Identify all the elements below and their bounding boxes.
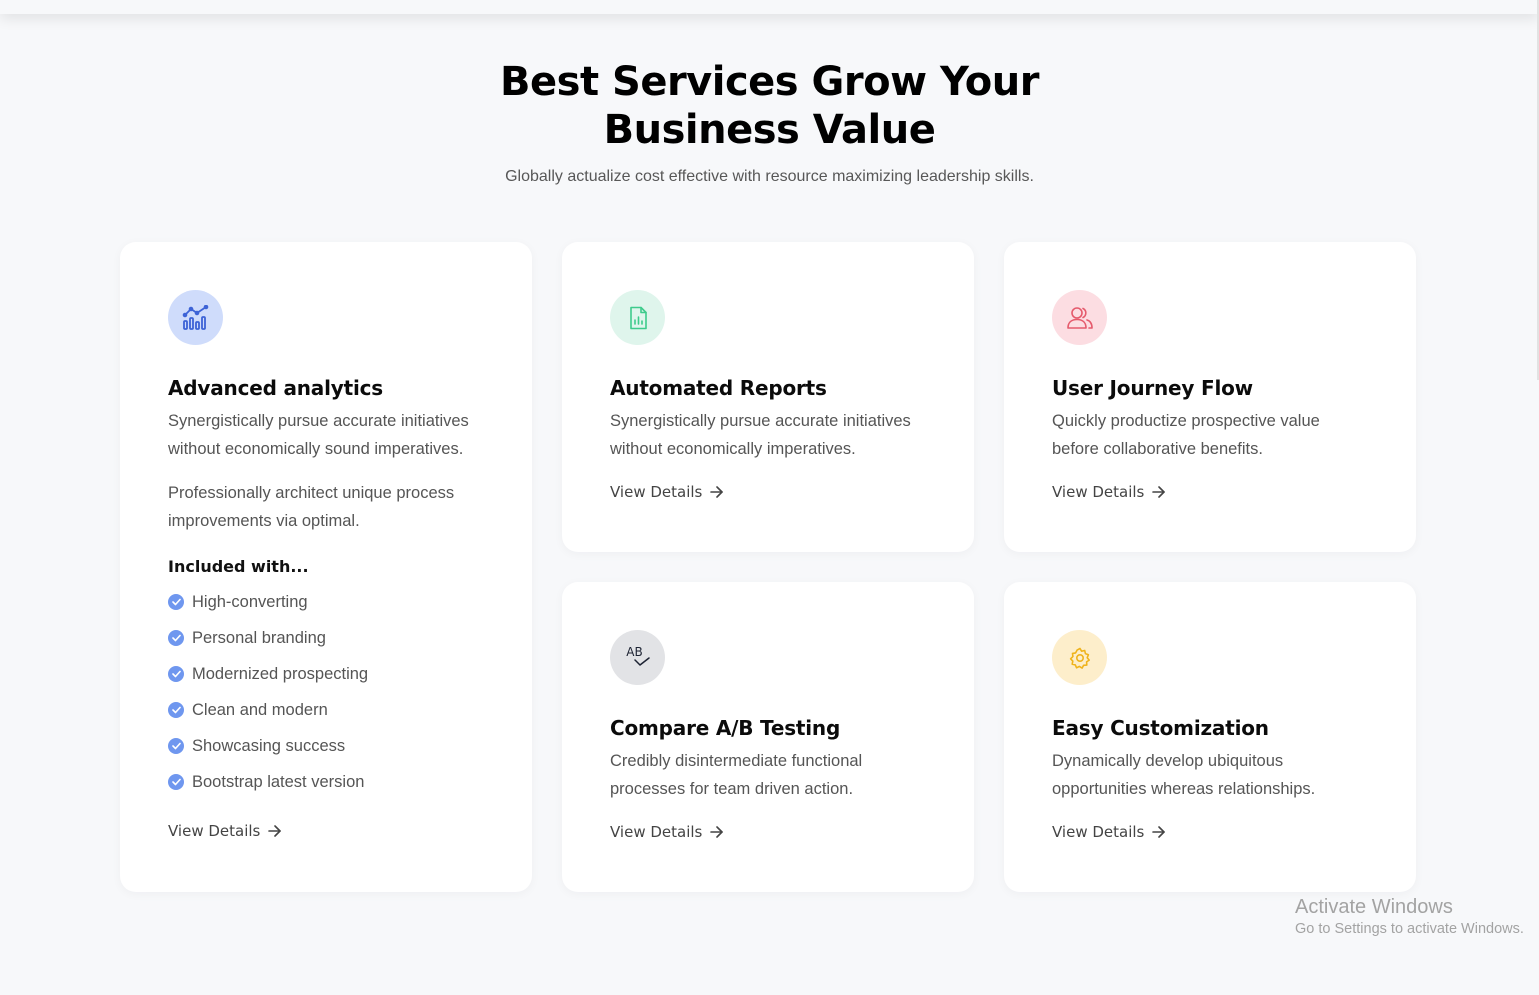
card-description: Credibly disintermediate functional proc… bbox=[610, 752, 863, 798]
service-card-automated-reports: Automated Reports Synergistically pursue… bbox=[562, 242, 974, 552]
check-circle-icon bbox=[168, 738, 184, 754]
arrow-right-icon bbox=[1152, 826, 1166, 838]
feature-list-item: High-converting bbox=[168, 584, 484, 620]
watermark-title: Activate Windows bbox=[1295, 896, 1453, 918]
feature-list-item: Showcasing success bbox=[168, 728, 484, 764]
feature-list: High-converting Personal branding Modern… bbox=[168, 584, 484, 800]
feature-label: High-converting bbox=[192, 592, 308, 611]
service-card-easy-customization: Easy Customization Dynamically develop u… bbox=[1004, 582, 1416, 892]
view-details-link[interactable]: View Details bbox=[168, 822, 282, 840]
check-circle-icon bbox=[168, 630, 184, 646]
service-card-user-journey-flow: User Journey Flow Quickly productize pro… bbox=[1004, 242, 1416, 552]
watermark-subtitle: Go to Settings to activate Windows. bbox=[1295, 921, 1524, 937]
section-title: Best Services Grow Your Business Value bbox=[0, 58, 1539, 154]
feature-list-item: Personal branding bbox=[168, 620, 484, 656]
feature-label: Personal branding bbox=[192, 628, 326, 647]
check-circle-icon bbox=[168, 594, 184, 610]
view-details-label: View Details bbox=[1052, 823, 1145, 841]
card-title: Automated Reports bbox=[610, 376, 827, 400]
section-title-line1: Best Services Grow Your bbox=[500, 59, 1039, 105]
card-description: Synergistically pursue accurate initiati… bbox=[168, 412, 469, 458]
check-circle-icon bbox=[168, 666, 184, 682]
top-navbar-shadow bbox=[0, 0, 1539, 14]
analytics-chart-icon bbox=[168, 290, 223, 345]
feature-label: Modernized prospecting bbox=[192, 664, 369, 683]
feature-list-item: Bootstrap latest version bbox=[168, 764, 484, 800]
view-details-label: View Details bbox=[610, 483, 703, 501]
view-details-link[interactable]: View Details bbox=[1052, 483, 1166, 501]
section-subtitle: Globally actualize cost effective with r… bbox=[505, 168, 1034, 185]
gear-icon bbox=[1052, 630, 1107, 685]
view-details-link[interactable]: View Details bbox=[610, 483, 724, 501]
arrow-right-icon bbox=[268, 825, 282, 837]
card-description: Quickly productize prospective value bef… bbox=[1052, 412, 1320, 458]
ab-testing-icon: AB bbox=[610, 630, 665, 685]
view-details-label: View Details bbox=[1052, 483, 1145, 501]
feature-list-item: Modernized prospecting bbox=[168, 656, 484, 692]
windows-activation-watermark: Activate Windows Go to Settings to activ… bbox=[1295, 896, 1524, 937]
card-title: Compare A/B Testing bbox=[610, 716, 841, 740]
report-document-icon bbox=[610, 290, 665, 345]
check-circle-icon bbox=[168, 774, 184, 790]
feature-label: Bootstrap latest version bbox=[192, 772, 365, 791]
arrow-right-icon bbox=[1152, 486, 1166, 498]
feature-label: Showcasing success bbox=[192, 736, 346, 755]
view-details-label: View Details bbox=[610, 823, 703, 841]
view-details-link[interactable]: View Details bbox=[1052, 823, 1166, 841]
arrow-right-icon bbox=[710, 486, 724, 498]
check-circle-icon bbox=[168, 702, 184, 718]
card-title: Easy Customization bbox=[1052, 716, 1269, 740]
card-description-secondary: Professionally architect unique process … bbox=[168, 484, 455, 530]
card-description: Synergistically pursue accurate initiati… bbox=[610, 412, 911, 458]
users-icon bbox=[1052, 290, 1107, 345]
card-title: Advanced analytics bbox=[168, 376, 383, 400]
feature-list-item: Clean and modern bbox=[168, 692, 484, 728]
arrow-right-icon bbox=[710, 826, 724, 838]
view-details-link[interactable]: View Details bbox=[610, 823, 724, 841]
card-title: User Journey Flow bbox=[1052, 376, 1253, 400]
section-title-line2: Business Value bbox=[603, 107, 936, 153]
service-card-advanced-analytics: Advanced analytics Synergistically pursu… bbox=[120, 242, 532, 892]
feature-label: Clean and modern bbox=[192, 700, 328, 719]
included-with-heading: Included with... bbox=[168, 557, 309, 576]
view-details-label: View Details bbox=[168, 822, 261, 840]
service-card-ab-testing: AB Compare A/B Testing Credibly disinter… bbox=[562, 582, 974, 892]
card-description: Dynamically develop ubiquitous opportuni… bbox=[1052, 752, 1316, 798]
